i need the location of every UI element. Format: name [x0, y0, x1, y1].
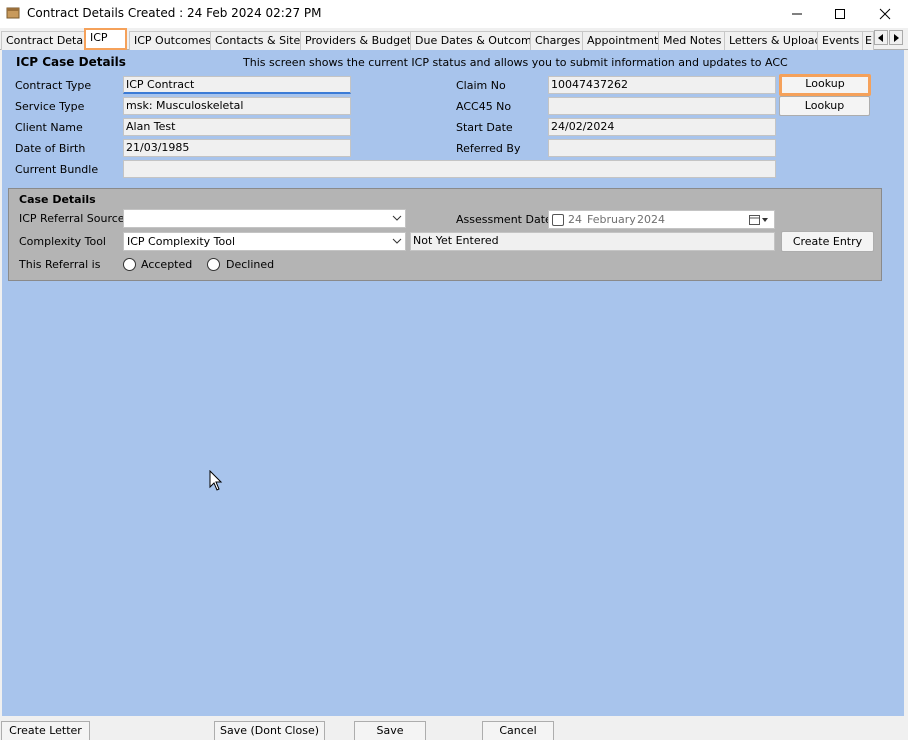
info-text: This screen shows the current ICP status… [243, 56, 788, 69]
tab-events[interactable]: Events [817, 31, 865, 50]
acc45-no-field[interactable] [548, 97, 776, 115]
current-bundle-label: Current Bundle [15, 163, 99, 176]
date-of-birth-label: Date of Birth [15, 142, 86, 155]
complexity-tool-select[interactable]: ICP Complexity Tool [123, 232, 406, 251]
chevron-down-icon [392, 238, 402, 244]
tab-med-notes[interactable]: Med Notes [658, 31, 727, 50]
maximize-icon [835, 9, 845, 19]
calendar-icon [749, 215, 768, 225]
close-button[interactable] [862, 0, 908, 28]
client-name-field[interactable]: Alan Test [123, 118, 351, 136]
client-name-label: Client Name [15, 121, 83, 134]
tab-strip: Contract Details ICP ICP Outcomes Contac… [0, 28, 908, 50]
accepted-radio[interactable] [123, 258, 136, 271]
tab-truncated[interactable]: E [862, 31, 874, 50]
accepted-label: Accepted [141, 258, 193, 271]
tab-scroll-left-button[interactable] [874, 30, 888, 45]
cancel-button[interactable]: Cancel [482, 721, 554, 740]
referral-source-label: ICP Referral Source [19, 212, 125, 225]
create-letter-button[interactable]: Create Letter [1, 721, 90, 740]
start-date-label: Start Date [456, 121, 513, 134]
tab-contacts-sites[interactable]: Contacts & Sites [210, 31, 311, 50]
title-bar: Contract Details Created : 24 Feb 2024 0… [0, 0, 908, 28]
minimize-button[interactable] [774, 0, 820, 28]
section-title: ICP Case Details [16, 55, 126, 69]
complexity-tool-value: ICP Complexity Tool [127, 235, 236, 248]
tab-icp-outcomes[interactable]: ICP Outcomes [129, 31, 216, 50]
case-details-title: Case Details [19, 193, 96, 206]
current-bundle-field[interactable] [123, 160, 776, 178]
chevron-down-icon [392, 215, 402, 221]
window-title: Contract Details Created : 24 Feb 2024 0… [27, 6, 322, 20]
app-icon [6, 7, 20, 19]
assessment-date-picker[interactable]: 24 February 2024 [548, 210, 775, 229]
declined-radio[interactable] [207, 258, 220, 271]
referral-source-select[interactable] [123, 209, 406, 228]
chevron-right-icon [894, 33, 899, 42]
minimize-icon [792, 13, 802, 15]
close-icon [879, 8, 891, 20]
complexity-tool-label: Complexity Tool [19, 235, 106, 248]
assessment-date-label: Assessment Date [456, 213, 552, 226]
tab-scroll-right-button[interactable] [889, 30, 903, 45]
tab-providers-budgets[interactable]: Providers & Budgets [300, 31, 422, 50]
chevron-left-icon [878, 33, 883, 42]
claim-no-label: Claim No [456, 79, 506, 92]
declined-label: Declined [226, 258, 275, 271]
tab-charges[interactable]: Charges [530, 31, 586, 50]
complexity-status-field: Not Yet Entered [410, 232, 775, 251]
date-of-birth-field[interactable]: 21/03/1985 [123, 139, 351, 157]
save-button[interactable]: Save [354, 721, 426, 740]
footer-bar: Create Letter Save (Dont Close) Save Can… [0, 716, 908, 740]
save-dont-close-button[interactable]: Save (Dont Close) [214, 721, 325, 740]
referred-by-label: Referred By [456, 142, 521, 155]
acc45-no-label: ACC45 No [456, 100, 512, 113]
contract-type-label: Contract Type [15, 79, 92, 92]
tab-icp[interactable]: ICP [84, 28, 127, 50]
tab-appointments[interactable]: Appointments [582, 31, 670, 50]
tab-due-dates-outcomes[interactable]: Due Dates & Outcomes [410, 31, 550, 50]
referred-by-field[interactable] [548, 139, 776, 157]
assessment-date-checkbox[interactable] [552, 214, 564, 226]
lookup-acc45-button[interactable]: Lookup [779, 96, 870, 116]
create-entry-button[interactable]: Create Entry [781, 231, 874, 252]
lookup-claim-button[interactable]: Lookup [779, 74, 871, 96]
mouse-cursor-icon [209, 470, 223, 491]
contract-type-field[interactable]: ICP Contract [123, 76, 351, 94]
case-details-box: Case Details ICP Referral Source Assessm… [8, 188, 882, 281]
maximize-button[interactable] [817, 0, 863, 28]
assessment-date-month: February [587, 213, 636, 226]
referral-is-label: This Referral is [19, 258, 101, 271]
service-type-label: Service Type [15, 100, 85, 113]
tab-letters-uploads[interactable]: Letters & Uploads [724, 31, 833, 50]
start-date-field[interactable]: 24/02/2024 [548, 118, 776, 136]
claim-no-field[interactable]: 10047437262 [548, 76, 776, 94]
icp-panel: ICP Case Details This screen shows the c… [2, 50, 904, 716]
assessment-date-day: 24 [568, 213, 582, 226]
service-type-field[interactable]: msk: Musculoskeletal [123, 97, 351, 115]
assessment-date-year: 2024 [637, 213, 665, 226]
